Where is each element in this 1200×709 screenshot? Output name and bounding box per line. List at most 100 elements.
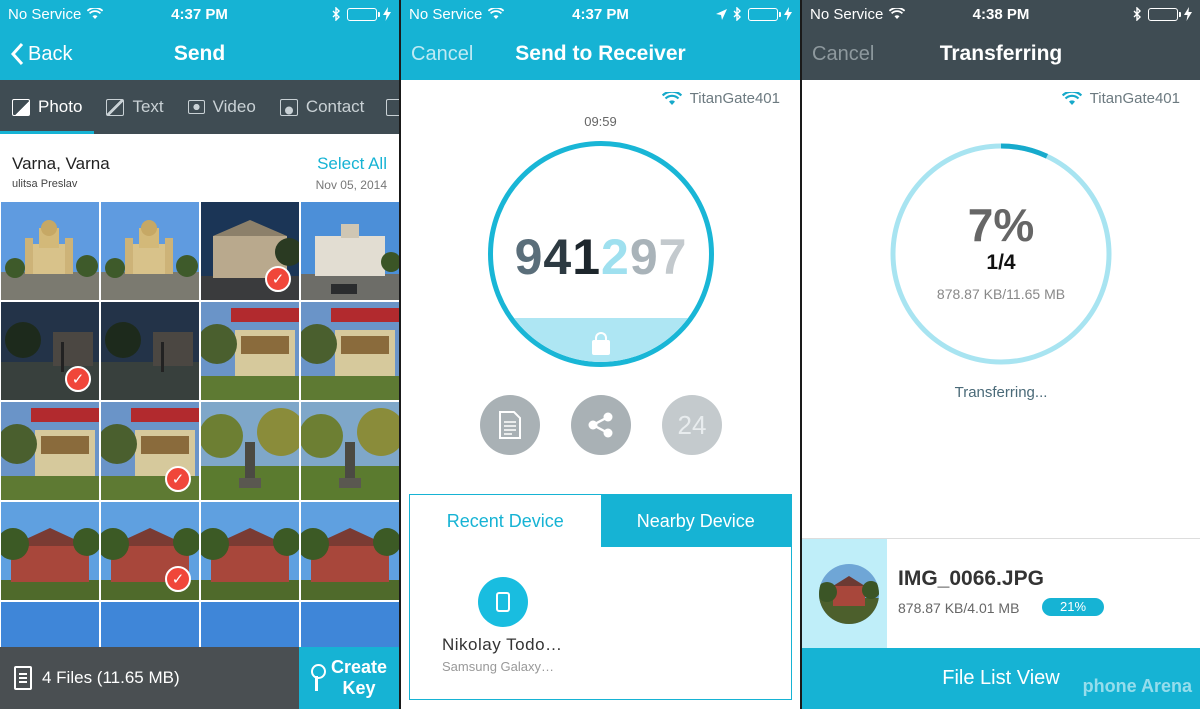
- network-indicator: TitanGate401: [1061, 90, 1180, 107]
- photo-thumbnail[interactable]: ✓: [1, 302, 99, 400]
- selected-files-summary[interactable]: 4 Files (11.65 MB): [0, 666, 180, 690]
- chevron-left-icon: [10, 42, 24, 66]
- photo-thumbnail[interactable]: [301, 402, 399, 500]
- tab-recent-device[interactable]: Recent Device: [410, 495, 601, 547]
- contact-icon: [279, 98, 298, 116]
- key-actions: 24: [401, 395, 800, 455]
- content-type-tabs: Photo Text Video Contact: [0, 80, 399, 134]
- bluetooth-icon: [1133, 7, 1141, 21]
- photo-image: [301, 302, 399, 400]
- tab-text[interactable]: Text: [94, 80, 175, 134]
- photo-thumbnail[interactable]: [1, 502, 99, 600]
- cancel-button[interactable]: Cancel: [411, 43, 473, 66]
- transfer-status: Transferring...: [954, 384, 1048, 401]
- select-all-button[interactable]: Select All: [317, 154, 387, 174]
- photo-thumbnail[interactable]: [101, 302, 199, 400]
- file-size: 878.87 KB/4.01 MB: [898, 600, 1020, 616]
- share-button[interactable]: [571, 395, 631, 455]
- bluetooth-icon: [733, 7, 741, 21]
- carrier-label: No Service: [810, 5, 884, 23]
- device-avatar: [478, 577, 528, 627]
- watermark: phone Arena: [1082, 676, 1192, 696]
- tab-photo[interactable]: Photo: [0, 80, 95, 134]
- charging-icon: [1184, 7, 1192, 21]
- back-label: Back: [28, 42, 73, 65]
- carrier-status: No Service: [810, 5, 906, 23]
- photo-thumbnail[interactable]: [301, 502, 399, 600]
- share-icon: [588, 412, 613, 438]
- status-bar: No Service 4:38 PM: [802, 0, 1200, 28]
- photo-image: [1, 402, 99, 500]
- red-building-thumbnail: [819, 564, 879, 624]
- photo-thumbnail[interactable]: [1, 202, 99, 300]
- photo-image: [101, 202, 199, 300]
- key-icon: [310, 664, 326, 692]
- counter-badge[interactable]: 24: [662, 395, 722, 455]
- photo-thumbnail[interactable]: [1, 402, 99, 500]
- file-thumbnail: [819, 564, 879, 624]
- album-header: Varna, Varna ulitsa Preslav Select All N…: [0, 134, 399, 202]
- file-progress-badge: 21%: [1042, 598, 1104, 616]
- edit-icon: [106, 98, 125, 116]
- wifi-icon: [889, 8, 906, 19]
- cancel-button[interactable]: Cancel: [812, 43, 874, 66]
- status-bar: No Service 4:37 PM: [401, 0, 800, 28]
- tab-video[interactable]: Video: [176, 80, 268, 134]
- device-tabs: Recent Device Nearby Device: [410, 495, 791, 547]
- key-document-button[interactable]: [480, 395, 540, 455]
- tab-more[interactable]: [376, 80, 399, 134]
- file-count: 1/4: [986, 251, 1016, 274]
- network-name: TitanGate401: [689, 90, 780, 107]
- device-panel: Recent Device Nearby Device Nikolay Todo…: [409, 494, 792, 700]
- network-indicator: TitanGate401: [661, 90, 780, 107]
- send-to-receiver-screen: No Service 4:37 PM Cancel Send to Receiv…: [401, 0, 800, 709]
- nav-bar: Back Send: [0, 28, 399, 80]
- create-key-text: Create Key: [331, 657, 387, 699]
- tab-nearby-device[interactable]: Nearby Device: [600, 495, 791, 547]
- wifi-icon: [87, 8, 104, 19]
- tab-photo-label: Photo: [38, 97, 83, 116]
- back-button[interactable]: Back: [10, 42, 72, 66]
- carrier-label: No Service: [409, 5, 483, 23]
- create-key-button[interactable]: Create Key: [299, 647, 399, 709]
- device-name: Nikolay Todo…: [442, 635, 563, 654]
- photo-thumbnail[interactable]: [301, 302, 399, 400]
- create-key-label-line1: Create: [330, 657, 388, 677]
- photo-thumbnail[interactable]: [201, 302, 299, 400]
- photo-thumbnail[interactable]: ✓: [201, 202, 299, 300]
- tab-contact-label: Contact: [305, 97, 365, 116]
- transferring-screen: No Service 4:38 PM Cancel Transferring T…: [802, 0, 1200, 709]
- battery-icon: [748, 7, 781, 21]
- photo-thumbnail[interactable]: ✓: [101, 402, 199, 500]
- photo-image: [1, 202, 99, 300]
- network-name: TitanGate401: [1089, 90, 1180, 107]
- photo-thumbnail[interactable]: [201, 402, 299, 500]
- transfer-size: 878.87 KB/11.65 MB: [936, 286, 1066, 302]
- file-list-view-label: File List View: [942, 667, 1060, 689]
- tab-contact[interactable]: Contact: [268, 80, 377, 134]
- current-file-row[interactable]: IMG_0066.JPG 878.87 KB/4.01 MB 21%: [802, 538, 1200, 649]
- key-ring: 941297: [488, 141, 714, 367]
- photo-image: [301, 502, 399, 600]
- nav-bar: Cancel Transferring: [802, 28, 1200, 80]
- photo-image: [301, 402, 399, 500]
- checkmark-icon: ✓: [265, 266, 291, 292]
- device-item[interactable]: Nikolay Todo… Samsung Galaxy…: [442, 577, 563, 674]
- key-digit: 4: [543, 229, 573, 285]
- bluetooth-icon: [332, 7, 340, 21]
- photo-thumbnail[interactable]: [201, 502, 299, 600]
- photo-grid: ✓ ✓ ✓ ✓: [0, 202, 399, 700]
- key-timer: 09:59: [584, 114, 617, 129]
- battery-icon: [1148, 7, 1181, 21]
- album-date: Nov 05, 2014: [315, 178, 387, 192]
- photo-thumbnail[interactable]: [101, 202, 199, 300]
- photo-thumbnail[interactable]: ✓: [101, 502, 199, 600]
- key-digit: 1: [572, 229, 601, 285]
- key-digit: 7: [658, 229, 688, 285]
- key-digit: 9: [629, 229, 659, 285]
- photo-image: [1, 502, 99, 600]
- progress-percent: 7%: [967, 199, 1035, 251]
- checkmark-icon: ✓: [165, 566, 191, 592]
- photo-image: [201, 502, 299, 600]
- photo-thumbnail[interactable]: [301, 202, 399, 300]
